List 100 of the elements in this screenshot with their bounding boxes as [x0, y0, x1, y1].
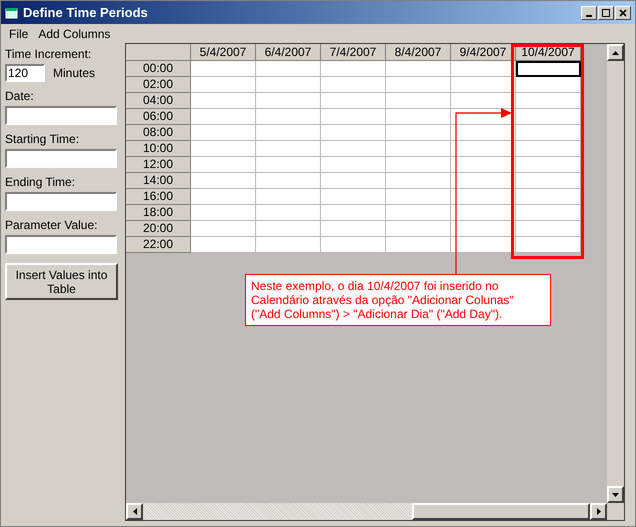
table-cell[interactable]: [321, 61, 386, 77]
table-cell[interactable]: [451, 61, 516, 77]
vertical-scrollbar[interactable]: [607, 44, 624, 503]
table-cell[interactable]: [386, 205, 451, 221]
table-cell[interactable]: [451, 221, 516, 237]
horizontal-scrollbar[interactable]: [126, 503, 607, 520]
table-cell[interactable]: [386, 77, 451, 93]
table-cell[interactable]: [516, 61, 581, 77]
table-cell[interactable]: [191, 77, 256, 93]
table-cell[interactable]: [191, 141, 256, 157]
table-cell[interactable]: [256, 173, 321, 189]
minimize-button[interactable]: [581, 6, 597, 20]
table-cell[interactable]: [451, 141, 516, 157]
table-cell[interactable]: [451, 77, 516, 93]
input-field[interactable]: [5, 192, 117, 211]
table-cell[interactable]: [256, 93, 321, 109]
table-cell[interactable]: [386, 189, 451, 205]
right-arrow-icon: [596, 508, 600, 515]
menu-item[interactable]: File: [9, 24, 28, 42]
table-cell[interactable]: [451, 93, 516, 109]
table-cell[interactable]: [516, 157, 581, 173]
table-cell[interactable]: [256, 157, 321, 173]
table-cell[interactable]: [386, 125, 451, 141]
table-cell[interactable]: [256, 125, 321, 141]
table-cell[interactable]: [516, 77, 581, 93]
minimize-icon: [585, 14, 593, 16]
row-header: 10:00: [126, 141, 191, 157]
table-cell[interactable]: [386, 61, 451, 77]
maximize-button[interactable]: [598, 6, 614, 20]
insert-values-button[interactable]: Insert Values into Table: [5, 263, 118, 300]
table-cell[interactable]: [256, 141, 321, 157]
table-cell[interactable]: [451, 189, 516, 205]
input-field[interactable]: [5, 149, 117, 168]
table-cell[interactable]: [256, 205, 321, 221]
table-cell[interactable]: [256, 61, 321, 77]
table-cell[interactable]: [191, 173, 256, 189]
table-cell[interactable]: [386, 221, 451, 237]
table-cell[interactable]: [321, 189, 386, 205]
table-cell[interactable]: [516, 141, 581, 157]
table-cell[interactable]: [256, 221, 321, 237]
row-header: 18:00: [126, 205, 191, 221]
table-cell[interactable]: [191, 189, 256, 205]
row-header: 08:00: [126, 125, 191, 141]
field-label: Date:: [5, 88, 35, 105]
table-cell[interactable]: [191, 125, 256, 141]
table-cell[interactable]: [191, 205, 256, 221]
table-cell[interactable]: [321, 109, 386, 125]
table-cell[interactable]: [256, 109, 321, 125]
table-cell[interactable]: [321, 173, 386, 189]
table-cell[interactable]: [191, 93, 256, 109]
table-cell[interactable]: [516, 125, 581, 141]
table-cell[interactable]: [516, 237, 581, 253]
table-cell[interactable]: [386, 157, 451, 173]
callout-note: Neste exemplo, o dia 10/4/2007 foi inserido no Calendário através da opção "Adicionar Colunas" ("Add Columns") > "Adicionar Dia" ("Add Day").: [245, 274, 551, 326]
row-header: 14:00: [126, 173, 191, 189]
table-cell[interactable]: [516, 205, 581, 221]
table-cell[interactable]: [256, 189, 321, 205]
scrollbar-thumb[interactable]: [412, 503, 590, 520]
table-cell[interactable]: [451, 125, 516, 141]
table-cell[interactable]: [256, 77, 321, 93]
input-field[interactable]: 120: [5, 64, 45, 82]
window-title: Define Time Periods: [23, 4, 148, 22]
table-cell[interactable]: [516, 173, 581, 189]
table-cell[interactable]: [191, 221, 256, 237]
table-cell[interactable]: [321, 237, 386, 253]
table-cell[interactable]: [386, 141, 451, 157]
window-icon: [5, 6, 19, 18]
maximize-icon: [602, 8, 610, 16]
menu-item[interactable]: Add Columns: [38, 24, 110, 42]
table-cell[interactable]: [191, 157, 256, 173]
table-cell[interactable]: [386, 237, 451, 253]
input-field[interactable]: [5, 106, 117, 125]
table-cell[interactable]: [321, 77, 386, 93]
table-cell[interactable]: [321, 125, 386, 141]
table-cell[interactable]: [386, 109, 451, 125]
table-cell[interactable]: [321, 93, 386, 109]
table-cell[interactable]: [321, 205, 386, 221]
corner-header: [126, 44, 191, 61]
table-cell[interactable]: [516, 189, 581, 205]
table-cell[interactable]: [451, 205, 516, 221]
table-cell[interactable]: [386, 173, 451, 189]
table-cell[interactable]: [516, 109, 581, 125]
table-cell[interactable]: [386, 93, 451, 109]
row-header: 00:00: [126, 61, 191, 77]
table-cell[interactable]: [516, 93, 581, 109]
table-cell[interactable]: [256, 237, 321, 253]
table-cell[interactable]: [516, 221, 581, 237]
table-cell[interactable]: [191, 237, 256, 253]
table-cell[interactable]: [191, 109, 256, 125]
row-header: 02:00: [126, 77, 191, 93]
down-arrow-icon: [612, 492, 619, 496]
table-cell[interactable]: [321, 141, 386, 157]
table-cell[interactable]: [451, 237, 516, 253]
table-cell[interactable]: [451, 157, 516, 173]
table-cell[interactable]: [191, 61, 256, 77]
table-cell[interactable]: [321, 157, 386, 173]
close-button[interactable]: [615, 6, 631, 20]
input-field[interactable]: [5, 235, 117, 254]
table-cell[interactable]: [321, 221, 386, 237]
table-cell[interactable]: [451, 173, 516, 189]
